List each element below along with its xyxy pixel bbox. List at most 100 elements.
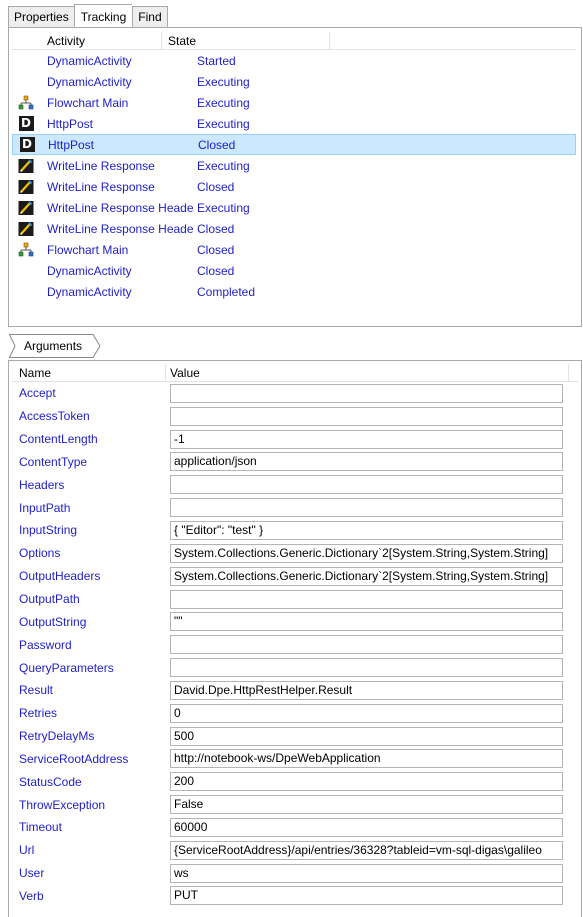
tracking-row[interactable]: WriteLine Response Heade Executing (12, 197, 576, 218)
argument-value-field[interactable] (170, 406, 563, 426)
argument-value-field[interactable]: "" (170, 612, 563, 632)
tracking-row[interactable]: D HttpPost Closed (12, 134, 576, 155)
argument-value-field[interactable]: 500 (170, 726, 563, 746)
argument-value-field[interactable]: {ServiceRootAddress}/api/entries/36328?t… (170, 840, 563, 860)
tracking-activity: WriteLine Response (47, 179, 155, 194)
argument-value-field[interactable]: 0 (170, 703, 563, 723)
argument-name: Password (19, 637, 72, 652)
argument-value-field[interactable] (170, 658, 563, 678)
argument-name: InputString (19, 523, 78, 538)
tracking-list: Activity State DynamicActivity Started Dyn… (12, 32, 576, 302)
argument-value-field[interactable]: application/json (170, 452, 563, 472)
tracking-row[interactable]: DynamicActivity Executing (12, 71, 576, 92)
argument-value-field[interactable]: ws (170, 863, 563, 883)
column-header-activity[interactable]: Activity (12, 32, 162, 49)
argument-name: Verb (19, 888, 44, 903)
flowchart-icon (18, 95, 34, 111)
argument-name: RetryDelayMs (19, 729, 95, 744)
argument-value-field[interactable]: System.Collections.Generic.Dictionary`2[… (170, 543, 563, 563)
tracking-row[interactable]: DynamicActivity Started (12, 50, 576, 71)
argument-row: Password (9, 633, 581, 656)
tracking-state: Closed (197, 179, 235, 194)
argument-value-field[interactable]: False (170, 795, 563, 815)
column-header-state[interactable]: State (162, 32, 330, 49)
argument-value-field[interactable]: http://notebook-ws/DpeWebApplication (170, 749, 563, 769)
tracking-state: Started (197, 53, 236, 68)
argument-value-field[interactable]: 200 (170, 772, 563, 792)
tracking-state: Closed (197, 221, 235, 236)
flowchart-icon (18, 242, 34, 258)
argument-value-field[interactable]: System.Collections.Generic.Dictionary`2[… (170, 566, 563, 586)
tracking-panel: Activity State DynamicActivity Started Dyn… (8, 27, 582, 327)
tracking-row[interactable]: D HttpPost Executing (12, 113, 576, 134)
writeline-icon (18, 200, 34, 216)
column-header-value[interactable]: Value (166, 364, 569, 381)
argument-name: ThrowException (19, 797, 106, 812)
argument-value-field[interactable]: David.Dpe.HttpRestHelper.Result (170, 680, 563, 700)
tracking-row[interactable]: Flowchart Main Executing (12, 92, 576, 113)
argument-value-field[interactable] (170, 635, 563, 655)
tab-properties[interactable]: Properties (8, 6, 74, 28)
writeline-icon (18, 221, 34, 237)
tracking-row[interactable]: WriteLine Response Heade Closed (12, 218, 576, 239)
argument-value-field[interactable] (170, 589, 563, 609)
argument-row: QueryParameters (9, 656, 581, 679)
column-header-name[interactable]: Name (12, 364, 166, 381)
tracking-state: Closed (197, 263, 235, 278)
arguments-panel: Name Value Accept AccessToken ContentLengt… (8, 360, 582, 917)
argument-value-field[interactable] (170, 383, 563, 403)
argument-row: Options System.Collections.Generic.Dictio… (9, 542, 581, 565)
tracking-header: Activity State (12, 32, 576, 50)
tracking-activity: DynamicActivity (47, 263, 132, 278)
argument-name: ContentLength (19, 432, 98, 447)
argument-row: ContentLength -1 (9, 428, 581, 451)
tracking-row[interactable]: WriteLine Response Executing (12, 155, 576, 176)
argument-row: Headers (9, 473, 581, 496)
argument-value-field[interactable] (170, 498, 563, 518)
tracking-state: Executing (197, 158, 250, 173)
tracking-row[interactable]: DynamicActivity Closed (12, 260, 576, 281)
argument-name: Accept (19, 386, 56, 401)
tracking-activity: DynamicActivity (47, 74, 132, 89)
tracking-state: Closed (197, 242, 235, 257)
tracking-state: Executing (197, 200, 250, 215)
argument-name: Result (19, 683, 54, 698)
argument-name: Url (19, 843, 35, 858)
tracking-activity: Flowchart Main (47, 242, 129, 257)
argument-value-field[interactable]: 60000 (170, 817, 563, 837)
argument-row: Result David.Dpe.HttpRestHelper.Result (9, 679, 581, 702)
argument-row: ContentType application/json (9, 451, 581, 474)
tab-find[interactable]: Find (132, 6, 168, 28)
tracking-activity: WriteLine Response Heade (47, 221, 194, 236)
tracking-row[interactable]: WriteLine Response Closed (12, 176, 576, 197)
breadcrumb-arguments[interactable]: Arguments (14, 334, 96, 358)
argument-row: OutputPath (9, 588, 581, 611)
argument-name: InputPath (19, 500, 71, 515)
tab-tracking[interactable]: Tracking (73, 4, 133, 27)
tracking-row[interactable]: DynamicActivity Completed (12, 281, 576, 302)
tab-strip: Properties Tracking Find (8, 4, 168, 28)
tracking-row[interactable]: Flowchart Main Closed (12, 239, 576, 260)
tracking-activity: DynamicActivity (47, 284, 132, 299)
argument-name: Options (19, 546, 61, 561)
tracking-rows: DynamicActivity Started DynamicActivity Exe… (12, 50, 576, 302)
argument-row: Url {ServiceRootAddress}/api/entries/3632… (9, 839, 581, 862)
breadcrumb: Arguments (8, 333, 101, 359)
argument-name: OutputPath (19, 592, 80, 607)
argument-value-field[interactable] (170, 475, 563, 495)
argument-name: StatusCode (19, 774, 82, 789)
argument-row: Retries 0 (9, 702, 581, 725)
writeline-icon (18, 158, 34, 174)
argument-value-field[interactable]: { "Editor": "test" } (170, 520, 563, 540)
tracking-activity: HttpPost (47, 116, 94, 131)
argument-name: QueryParameters (19, 660, 114, 675)
argument-name: Retries (19, 706, 58, 721)
argument-value-field[interactable]: PUT (170, 886, 563, 906)
tracking-activity: WriteLine Response (47, 158, 155, 173)
arguments-header: Name Value (12, 364, 578, 382)
tracking-activity: Flowchart Main (47, 95, 129, 110)
arguments-rows: Accept AccessToken ContentLength -1 ContentT… (9, 382, 581, 907)
argument-row: ServiceRootAddress http://notebook-ws/Dpe… (9, 748, 581, 771)
argument-value-field[interactable]: -1 (170, 429, 563, 449)
tracking-activity: WriteLine Response Heade (47, 200, 194, 215)
